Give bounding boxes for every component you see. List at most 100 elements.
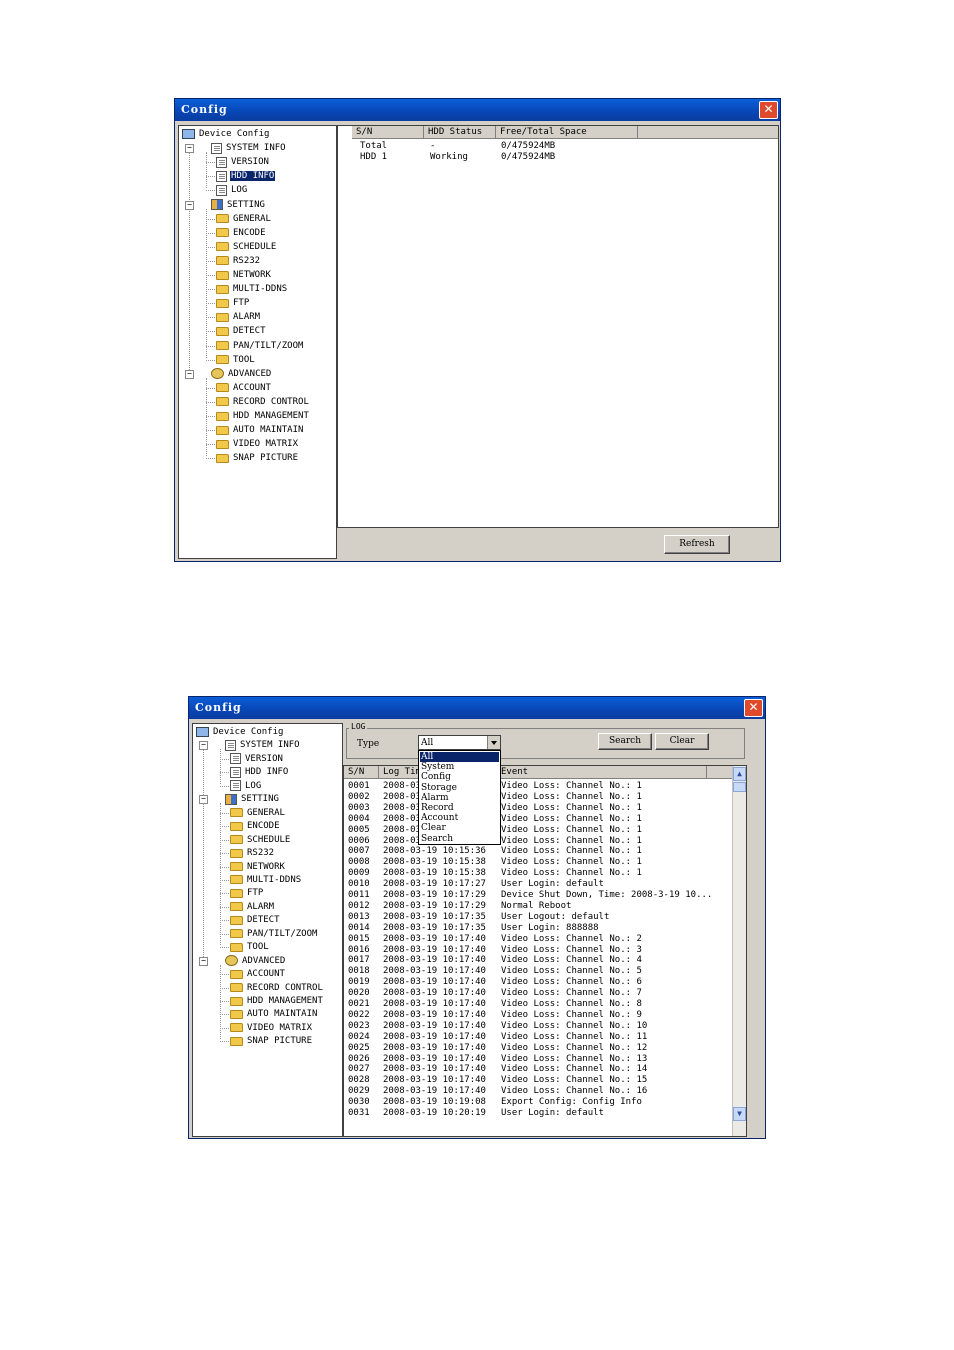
- tree-item-alarm[interactable]: ALARM: [216, 311, 261, 323]
- tree-item-video-matrix[interactable]: VIDEO MATRIX: [216, 438, 299, 450]
- tree-item-hdd-info[interactable]: HDD INFO: [230, 766, 289, 778]
- collapse-toggle[interactable]: −: [185, 200, 194, 210]
- tree-item-schedule[interactable]: SCHEDULE: [216, 241, 277, 253]
- tree-item-multi-ddns[interactable]: MULTI-DDNS: [230, 874, 302, 886]
- tree-item-multi-ddns[interactable]: MULTI-DDNS: [216, 283, 288, 295]
- dropdown-option[interactable]: Account: [420, 813, 499, 823]
- dropdown-option[interactable]: System: [420, 762, 499, 772]
- dropdown-option[interactable]: Search: [420, 834, 499, 844]
- tree-item-label: DETECT: [233, 326, 266, 337]
- tree-item-detect[interactable]: DETECT: [216, 325, 267, 337]
- tree-item-label: ACCOUNT: [233, 382, 271, 393]
- tree-item-hdd-info[interactable]: HDD INFO: [216, 170, 277, 183]
- tree-item-system-info[interactable]: SYSTEM INFO: [211, 142, 287, 154]
- dropdown-option[interactable]: Storage: [420, 783, 499, 793]
- tree-item-version[interactable]: VERSION: [230, 753, 284, 765]
- tree-item-log[interactable]: LOG: [230, 780, 262, 792]
- refresh-button[interactable]: Refresh: [664, 535, 730, 554]
- tree-item-record-control[interactable]: RECORD CONTROL: [230, 982, 324, 994]
- tree-item-snap-picture[interactable]: SNAP PICTURE: [230, 1035, 313, 1047]
- tree-item-rs232[interactable]: RS232: [230, 847, 275, 859]
- column-header-event[interactable]: Event: [497, 766, 707, 779]
- tree-item-ftp[interactable]: FTP: [216, 297, 250, 309]
- tree-item-tool[interactable]: TOOL: [230, 941, 270, 953]
- tree-item-account[interactable]: ACCOUNT: [230, 968, 286, 980]
- tree-connector: [220, 812, 229, 814]
- tree-item-setting[interactable]: SETTING: [225, 793, 280, 805]
- tree-item-network[interactable]: NETWORK: [230, 861, 286, 873]
- tree-item-network[interactable]: NETWORK: [216, 269, 272, 281]
- scroll-up-button[interactable]: ▲: [733, 767, 746, 781]
- scroll-thumb[interactable]: [733, 782, 746, 792]
- tree-item-snap-picture[interactable]: SNAP PICTURE: [216, 452, 299, 464]
- tree-item-ftp[interactable]: FTP: [230, 887, 264, 899]
- dropdown-option[interactable]: Record: [420, 803, 499, 813]
- collapse-toggle[interactable]: −: [185, 369, 194, 379]
- column-header-space[interactable]: Free/Total Space: [496, 126, 638, 139]
- title-bar[interactable]: Config ✕: [175, 99, 780, 121]
- tree-item-pan-tilt-zoom[interactable]: PAN/TILT/ZOOM: [216, 340, 304, 352]
- dropdown-option[interactable]: Config: [420, 772, 499, 782]
- tree-connector: [206, 260, 215, 262]
- dropdown-option[interactable]: Alarm: [420, 793, 499, 803]
- tree-item-version[interactable]: VERSION: [216, 156, 270, 168]
- tree-item-encode[interactable]: ENCODE: [230, 820, 281, 832]
- vertical-scrollbar[interactable]: ▲ ▼: [732, 766, 746, 1136]
- computer-icon: [182, 129, 195, 139]
- tree-item-general[interactable]: GENERAL: [216, 213, 272, 225]
- tree-connector: [206, 458, 215, 460]
- close-button[interactable]: ✕: [744, 699, 763, 717]
- folder-icon: [216, 453, 229, 463]
- cell-space: 0/475924MB: [501, 152, 556, 162]
- collapse-toggle[interactable]: −: [199, 956, 208, 966]
- cell-event: Video Loss: Channel No.: 10: [501, 1020, 648, 1031]
- tree-item-encode[interactable]: ENCODE: [216, 227, 267, 239]
- tree-item-label: GENERAL: [247, 807, 285, 818]
- tree-item-account[interactable]: ACCOUNT: [216, 382, 272, 394]
- tree-connector: [206, 208, 207, 358]
- dropdown-option[interactable]: All: [420, 752, 499, 762]
- clear-button[interactable]: Clear: [655, 733, 709, 750]
- tree-item-hdd-management[interactable]: HDD MANAGEMENT: [216, 410, 310, 422]
- close-button[interactable]: ✕: [759, 101, 778, 119]
- tree-item-tool[interactable]: TOOL: [216, 354, 256, 366]
- tree-item-detect[interactable]: DETECT: [230, 914, 281, 926]
- column-header-sn[interactable]: S/N: [352, 126, 424, 139]
- type-select[interactable]: All: [418, 735, 501, 750]
- tree-item-root[interactable]: Device Config: [182, 128, 270, 140]
- column-header-sn[interactable]: S/N: [344, 766, 379, 779]
- tree-item-rs232[interactable]: RS232: [216, 255, 261, 267]
- cell-event: Video Loss: Channel No.: 14: [501, 1064, 648, 1075]
- scroll-down-button[interactable]: ▼: [733, 1107, 746, 1121]
- collapse-toggle[interactable]: −: [185, 144, 194, 154]
- tree-item-advanced[interactable]: ADVANCED: [211, 368, 272, 380]
- collapse-toggle[interactable]: −: [199, 741, 208, 751]
- cell-sn: 0018: [348, 966, 370, 977]
- column-header-hdd-status[interactable]: HDD Status: [424, 126, 496, 139]
- chevron-down-icon[interactable]: [487, 736, 500, 749]
- tree-item-setting[interactable]: SETTING: [211, 199, 266, 211]
- tree-item-general[interactable]: GENERAL: [230, 807, 286, 819]
- search-button[interactable]: Search: [598, 733, 652, 750]
- tree-item-schedule[interactable]: SCHEDULE: [230, 834, 291, 846]
- cell-event: Video Loss: Channel No.: 13: [501, 1053, 648, 1064]
- cell-sn: 0017: [348, 955, 370, 966]
- tree-item-root[interactable]: Device Config: [196, 726, 284, 738]
- tree-connector: [206, 317, 215, 319]
- tree-item-advanced[interactable]: ADVANCED: [225, 955, 286, 967]
- tree-item-system-info[interactable]: SYSTEM INFO: [225, 739, 301, 751]
- tree-item-hdd-management[interactable]: HDD MANAGEMENT: [230, 995, 324, 1007]
- collapse-toggle[interactable]: −: [199, 795, 208, 805]
- dropdown-option[interactable]: Clear: [420, 823, 499, 833]
- type-dropdown-list[interactable]: All System Config Storage Alarm Record Account…: [418, 750, 501, 845]
- tree-item-alarm[interactable]: ALARM: [230, 901, 275, 913]
- tree-item-record-control[interactable]: RECORD CONTROL: [216, 396, 310, 408]
- title-bar[interactable]: Config ✕: [189, 697, 765, 719]
- tree-item-video-matrix[interactable]: VIDEO MATRIX: [230, 1022, 313, 1034]
- cell-sn: 0014: [348, 922, 370, 933]
- tree-item-pan-tilt-zoom[interactable]: PAN/TILT/ZOOM: [230, 928, 318, 940]
- tree-connector: [220, 758, 229, 760]
- tree-item-auto-maintain[interactable]: AUTO MAINTAIN: [230, 1008, 318, 1020]
- tree-item-auto-maintain[interactable]: AUTO MAINTAIN: [216, 424, 304, 436]
- tree-item-log[interactable]: LOG: [216, 184, 248, 196]
